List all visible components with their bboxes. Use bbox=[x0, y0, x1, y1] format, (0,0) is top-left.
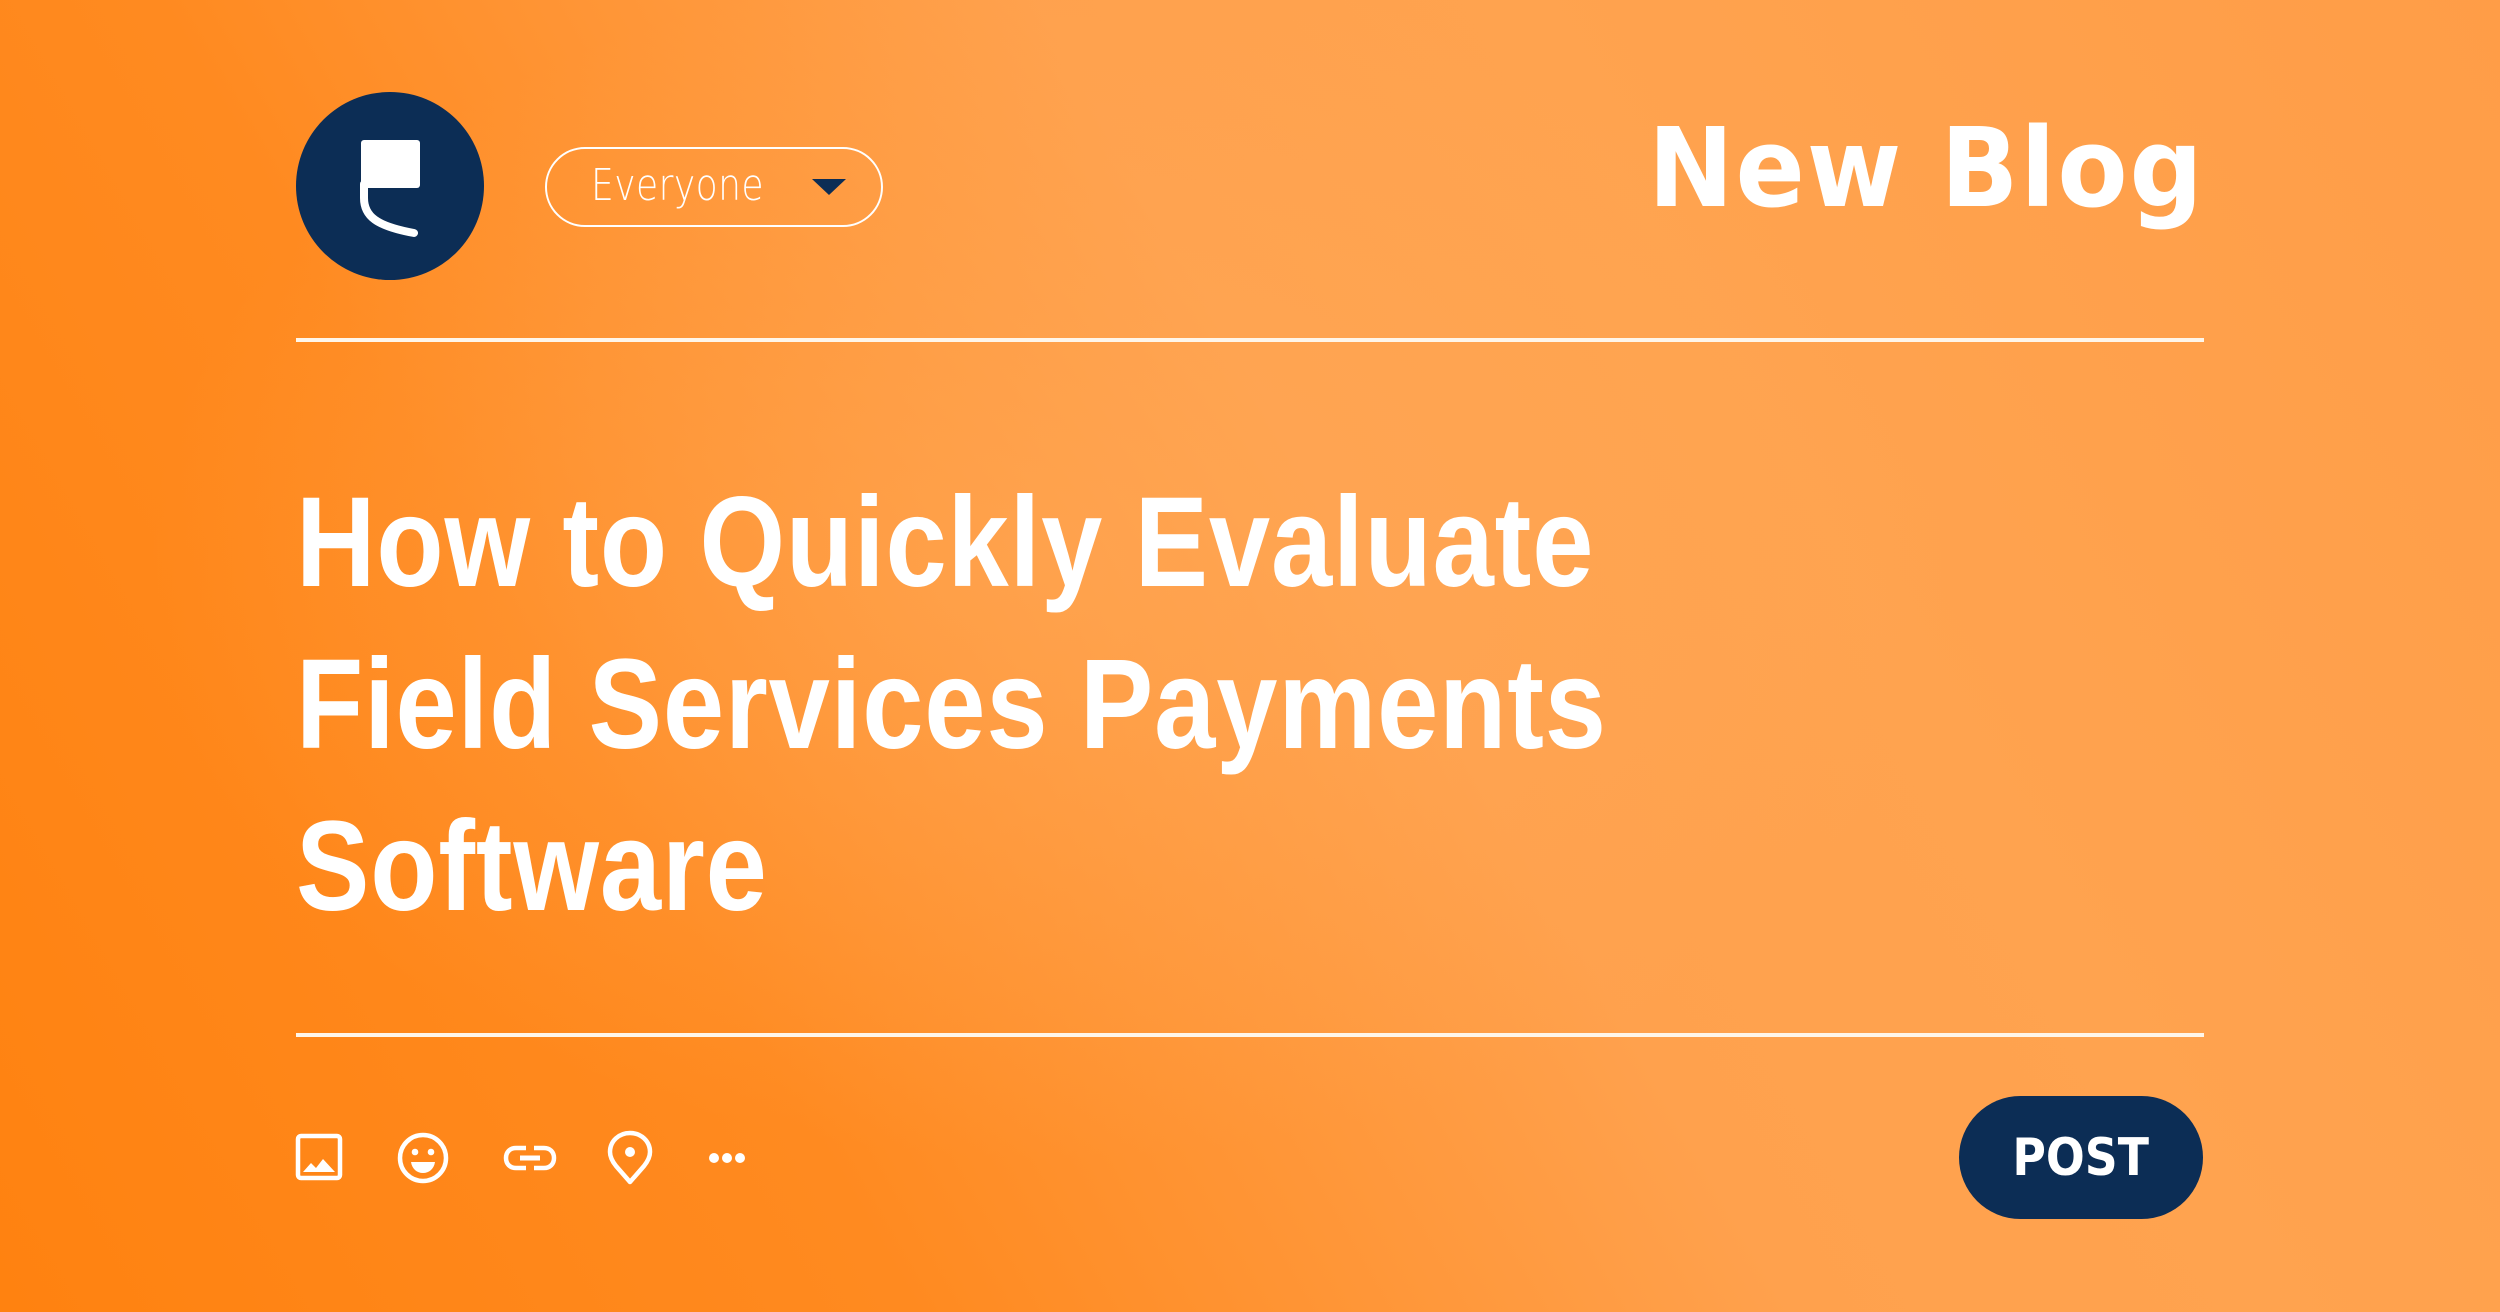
top-divider bbox=[296, 338, 2204, 342]
brand-logo bbox=[296, 92, 484, 280]
smiley-icon bbox=[397, 1132, 449, 1184]
more-dots-icon bbox=[709, 1153, 745, 1163]
add-link-button[interactable] bbox=[498, 1126, 562, 1190]
post-title-line: Field Services Payments bbox=[296, 633, 1607, 776]
add-image-button[interactable] bbox=[288, 1126, 352, 1190]
add-location-button[interactable] bbox=[598, 1126, 662, 1190]
image-icon bbox=[295, 1133, 343, 1181]
post-title-line: Software bbox=[296, 795, 768, 938]
add-emoji-button[interactable] bbox=[391, 1126, 455, 1190]
post-button[interactable]: POST bbox=[1959, 1096, 2203, 1219]
post-button-label: POST bbox=[2012, 1127, 2150, 1188]
location-pin-icon bbox=[607, 1130, 653, 1185]
audience-selector[interactable]: Everyone bbox=[545, 147, 883, 227]
audience-selected-value: Everyone bbox=[591, 160, 764, 211]
link-icon bbox=[503, 1145, 557, 1171]
composer-toolbar bbox=[290, 1126, 770, 1190]
post-title[interactable]: How to Quickly Evaluate Field Services P… bbox=[296, 462, 2196, 948]
page-heading: New Blog bbox=[1648, 104, 2205, 232]
caret-down-icon bbox=[812, 179, 846, 195]
bottom-divider bbox=[296, 1033, 2204, 1037]
post-title-line: How to Quickly Evaluate bbox=[296, 471, 1595, 614]
more-options-button[interactable] bbox=[695, 1126, 759, 1190]
speech-bubble-logo-icon bbox=[360, 140, 420, 237]
